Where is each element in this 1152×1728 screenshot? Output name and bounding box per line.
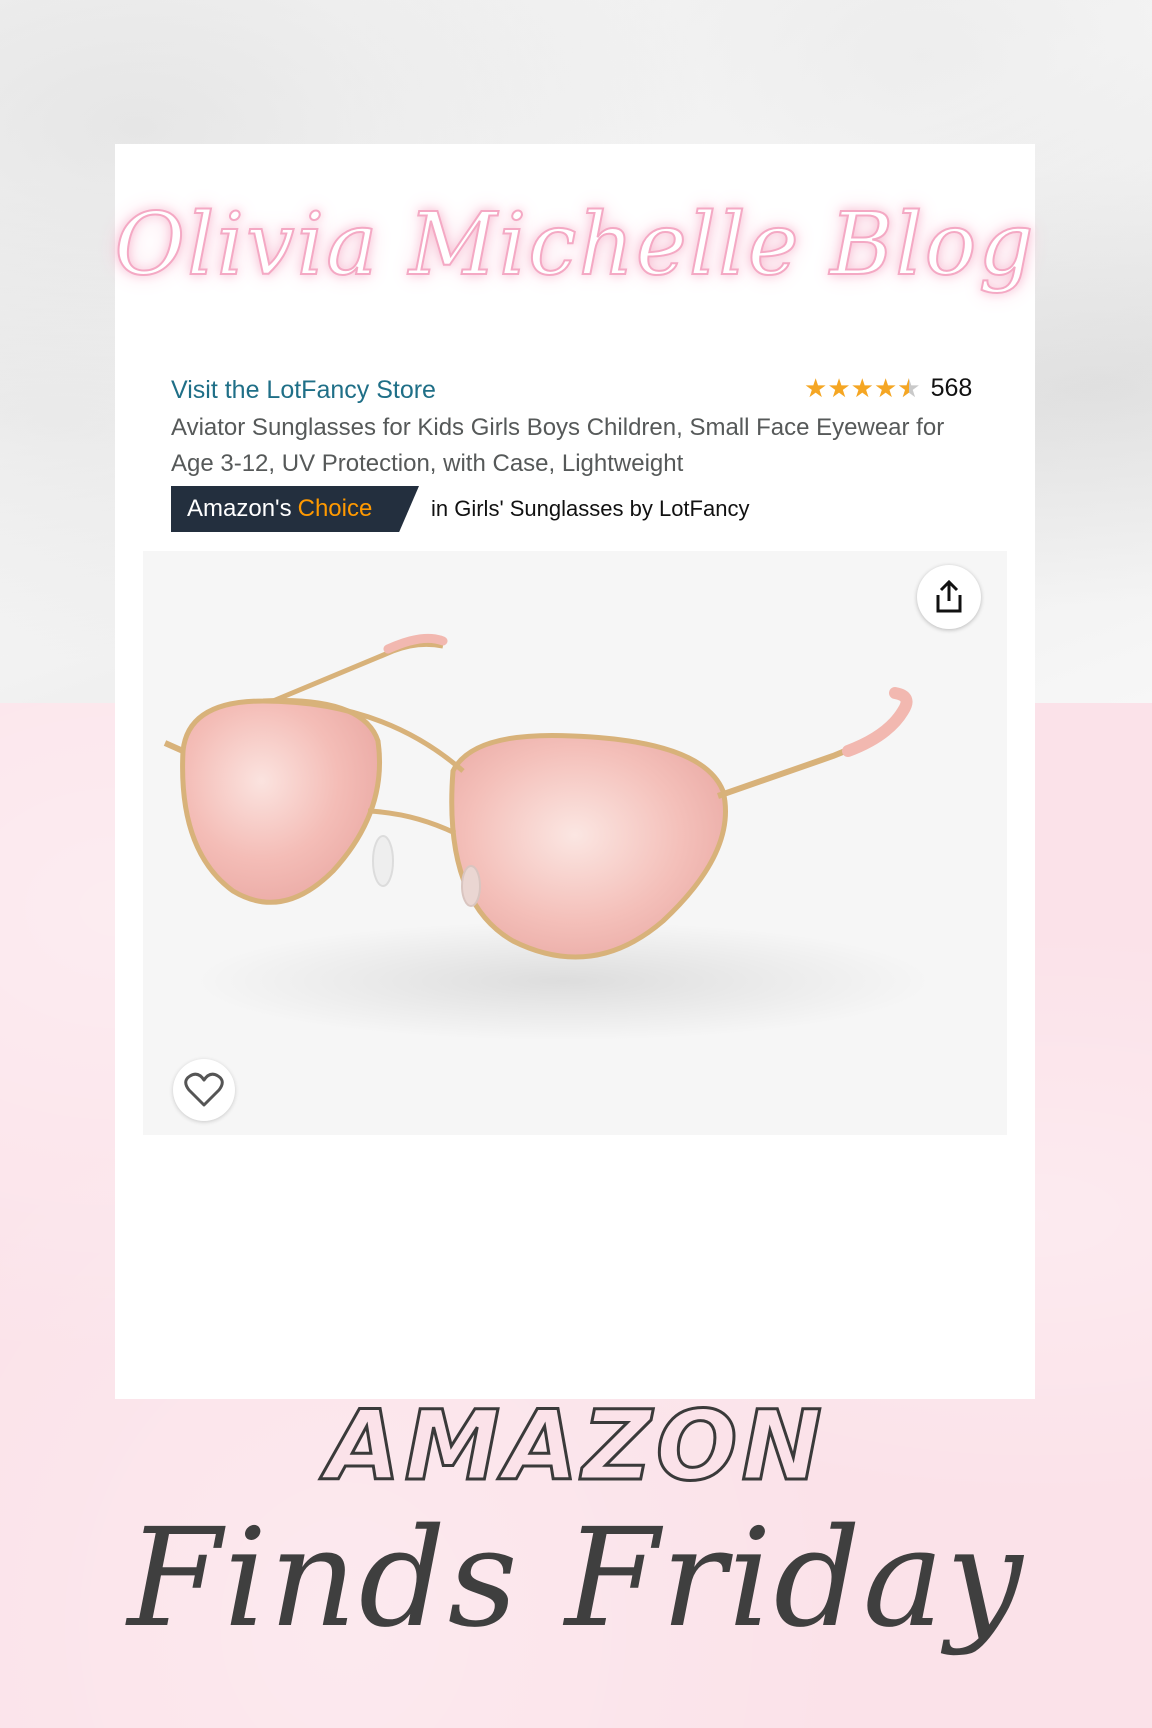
star-icon: ★	[850, 373, 874, 404]
sunglasses-image	[163, 633, 933, 1041]
rating-stars: ★ ★ ★ ★ ★	[804, 375, 921, 403]
product-image[interactable]	[143, 551, 1007, 1135]
rating[interactable]: ★ ★ ★ ★ ★ 568	[804, 374, 972, 403]
share-icon	[936, 579, 962, 613]
star-icon: ★	[804, 373, 828, 404]
wishlist-button[interactable]	[173, 1059, 235, 1121]
heart-icon	[184, 1072, 224, 1107]
amazons-choice-row: Amazon's Choice in Girls' Sunglasses by …	[171, 486, 749, 532]
badge-choice: Choice	[297, 495, 373, 522]
product-title: Aviator Sunglasses for Kids Girls Boys C…	[171, 414, 945, 477]
star-icon: ★	[827, 373, 851, 404]
amazons-choice-badge[interactable]: Amazon's Choice	[171, 486, 419, 532]
badge-context: in Girls' Sunglasses by LotFancy	[431, 496, 750, 521]
half-star-icon: ★	[897, 375, 920, 403]
rating-count[interactable]: 568	[931, 374, 973, 403]
star-icon: ★	[873, 373, 898, 404]
share-button[interactable]	[917, 565, 981, 629]
blog-title-text: Olivia Michelle Blog	[114, 194, 1036, 296]
store-link[interactable]: Visit the LotFancy Store	[171, 376, 436, 405]
blog-title: Olivia Michelle Blog	[114, 150, 1036, 340]
amazon-heading: AMAZON	[325, 1389, 826, 1504]
badge-prefix: Amazon's	[187, 495, 292, 522]
finds-friday-heading: Finds Friday	[127, 1500, 1025, 1658]
